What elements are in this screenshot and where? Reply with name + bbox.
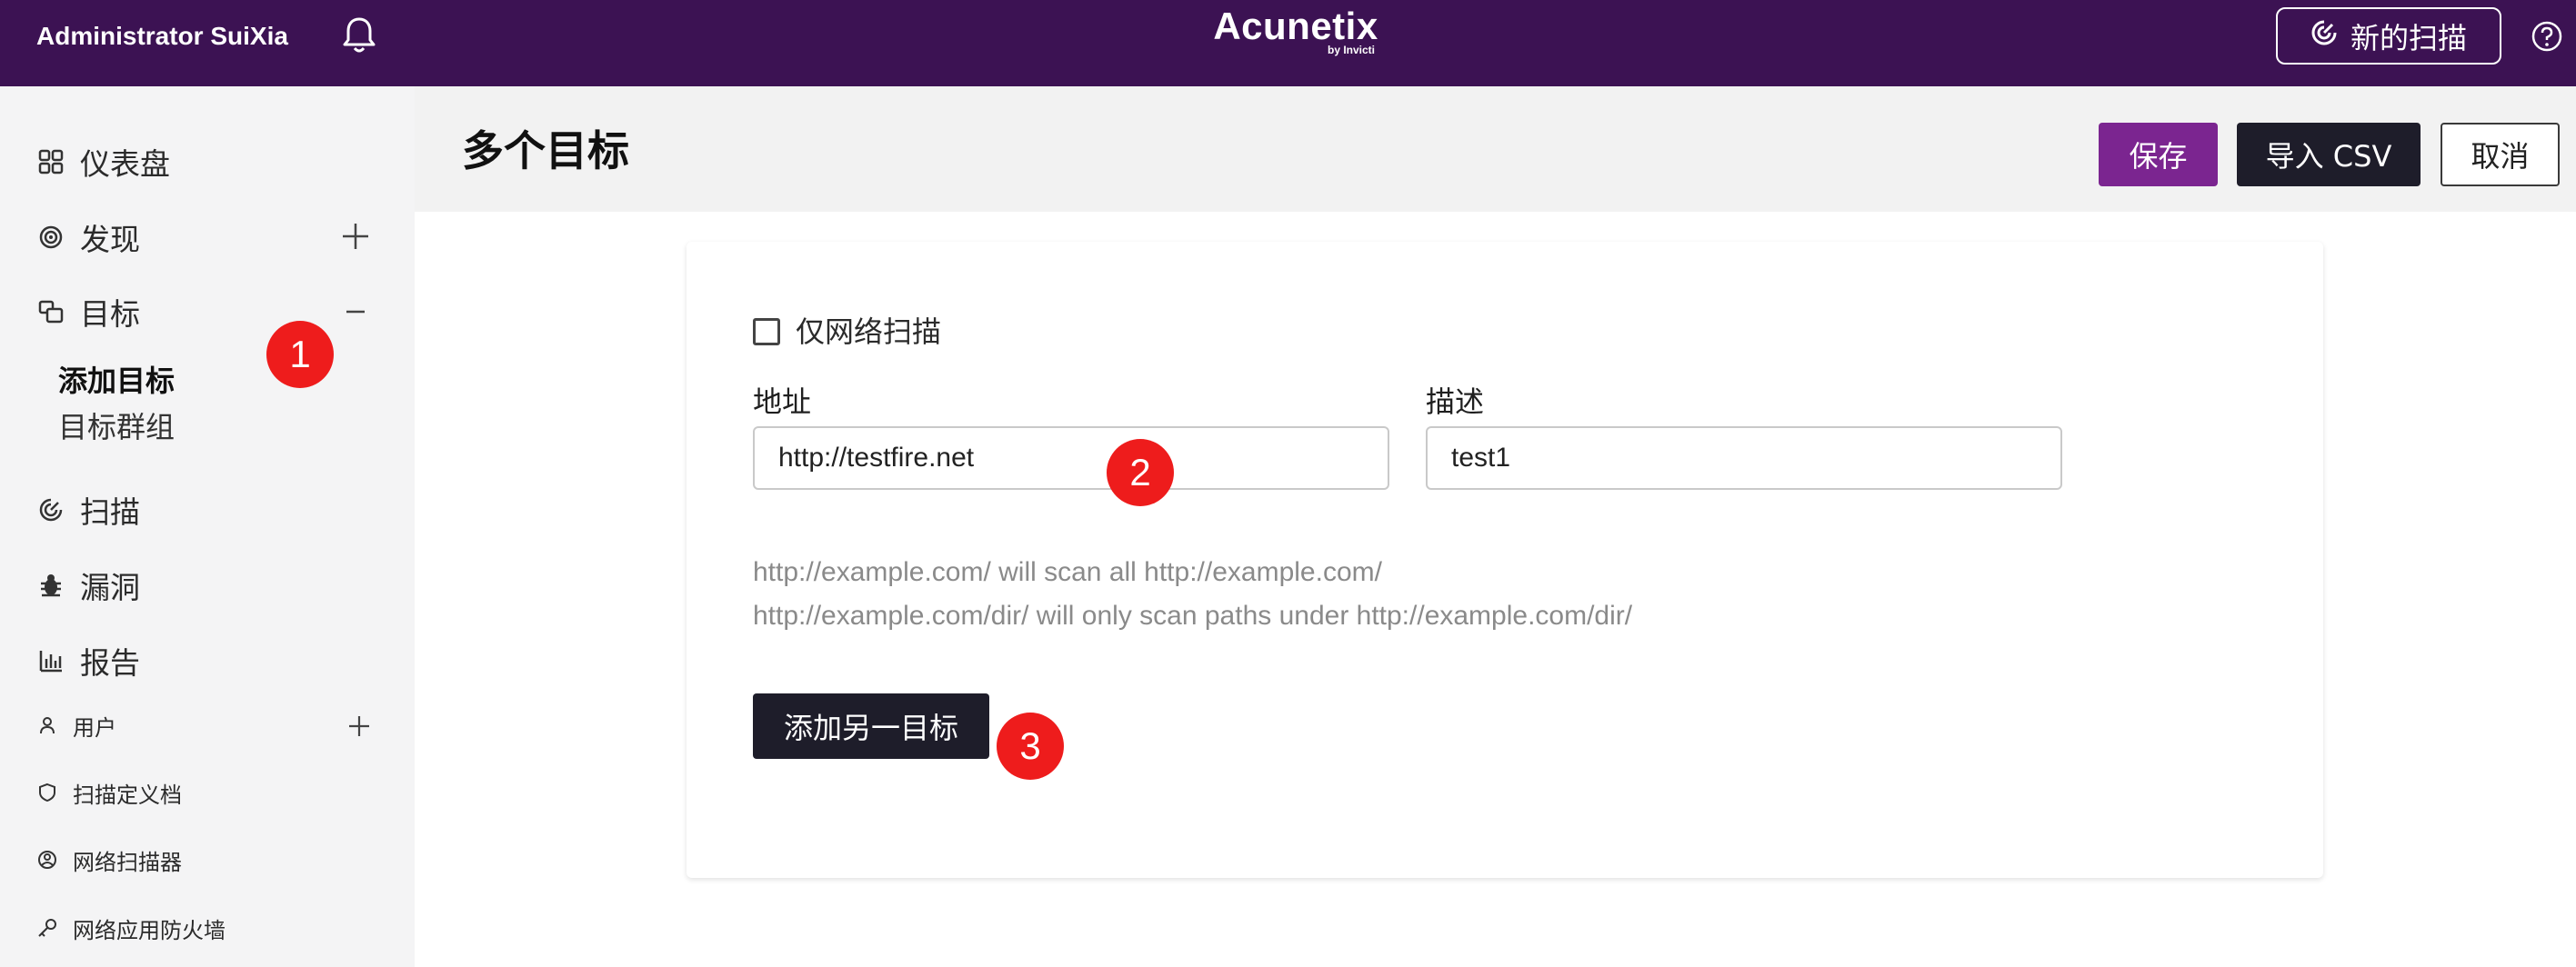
user-icon bbox=[36, 714, 58, 736]
sidebar-item-discovery[interactable]: 发现 bbox=[36, 214, 140, 260]
sidebar-item-label: 漏洞 bbox=[80, 570, 140, 605]
description-input[interactable]: test1 bbox=[1426, 426, 2062, 490]
sidebar-subitem-add-target[interactable]: 添加目标 bbox=[58, 360, 175, 402]
new-scan-label: 新的扫描 bbox=[2350, 20, 2467, 55]
sidebar-item-label: 报告 bbox=[80, 645, 140, 681]
sidebar-item-scan-profiles[interactable]: 扫描定义档 bbox=[36, 774, 182, 811]
new-scan-button[interactable]: 新的扫描 bbox=[2276, 7, 2501, 65]
sidebar-item-label: 网络应用防火墙 bbox=[73, 917, 226, 943]
scan-icon bbox=[2310, 19, 2338, 54]
network-only-label: 仅网络扫描 bbox=[796, 314, 942, 349]
scan-icon bbox=[36, 495, 65, 524]
top-bar: Administrator SuiXia Acunetix by Invicti… bbox=[0, 0, 2576, 86]
sidebar-item-network-scanner[interactable]: 网络扫描器 bbox=[36, 842, 182, 878]
address-hint-1: http://example.com/ will scan all http:/… bbox=[753, 557, 1382, 587]
bug-icon bbox=[36, 571, 65, 600]
add-another-target-button[interactable]: 添加另一目标 bbox=[753, 693, 989, 759]
cancel-button[interactable]: 取消 bbox=[2441, 123, 2560, 186]
sidebar-item-label: 发现 bbox=[80, 222, 140, 257]
bell-icon[interactable] bbox=[336, 13, 382, 58]
sidebar-item-label: 目标 bbox=[80, 296, 140, 332]
sidebar-item-label: 扫描定义档 bbox=[73, 782, 182, 808]
target-circle-icon bbox=[36, 223, 65, 252]
shield-icon bbox=[36, 782, 58, 803]
step-marker-2: 2 bbox=[1107, 439, 1174, 506]
expand-users-plus-icon[interactable] bbox=[343, 710, 376, 743]
sidebar-item-targets[interactable]: 目标 bbox=[36, 289, 140, 334]
sidebar-item-users[interactable]: 用户 bbox=[36, 707, 116, 743]
sidebar-item-label: 扫描 bbox=[80, 494, 140, 530]
sidebar-item-dashboard[interactable]: 仪表盘 bbox=[36, 139, 170, 184]
sidebar-item-scans[interactable]: 扫描 bbox=[36, 487, 140, 533]
network-only-checkbox[interactable] bbox=[753, 318, 780, 345]
help-icon[interactable] bbox=[2531, 20, 2563, 53]
address-hint-2: http://example.com/dir/ will only scan p… bbox=[753, 601, 1633, 631]
sidebar-item-vulnerabilities[interactable]: 漏洞 bbox=[36, 563, 140, 608]
sidebar-item-waf[interactable]: 网络应用防火墙 bbox=[36, 910, 226, 946]
page-title: 多个目标 bbox=[462, 126, 629, 175]
network-scanner-icon bbox=[36, 849, 58, 871]
key-icon bbox=[36, 917, 58, 939]
sidebar-item-label: 仪表盘 bbox=[80, 146, 170, 182]
user-name[interactable]: Administrator SuiXia bbox=[36, 0, 288, 73]
dashboard-icon bbox=[36, 147, 65, 176]
sidebar-item-label: 网络扫描器 bbox=[73, 849, 182, 875]
sidebar-item-reports[interactable]: 报告 bbox=[36, 638, 140, 683]
save-button[interactable]: 保存 bbox=[2099, 123, 2218, 186]
bar-chart-icon bbox=[36, 646, 65, 675]
brand-logo[interactable]: Acunetix by Invicti bbox=[1209, 2, 1382, 65]
collapse-targets-minus-icon[interactable] bbox=[339, 295, 372, 328]
brand-sub: by Invicti bbox=[1327, 44, 1375, 56]
address-label: 地址 bbox=[753, 384, 812, 419]
targets-icon bbox=[36, 297, 65, 326]
expand-discovery-plus-icon[interactable] bbox=[339, 220, 372, 253]
description-label: 描述 bbox=[1426, 384, 1485, 419]
step-marker-1: 1 bbox=[266, 321, 334, 388]
address-input[interactable]: http://testfire.net bbox=[753, 426, 1389, 490]
sidebar-item-label: 用户 bbox=[73, 714, 116, 741]
step-marker-3: 3 bbox=[997, 713, 1064, 780]
import-csv-button[interactable]: 导入 CSV bbox=[2237, 123, 2421, 186]
sidebar-subitem-target-groups[interactable]: 目标群组 bbox=[58, 406, 175, 448]
